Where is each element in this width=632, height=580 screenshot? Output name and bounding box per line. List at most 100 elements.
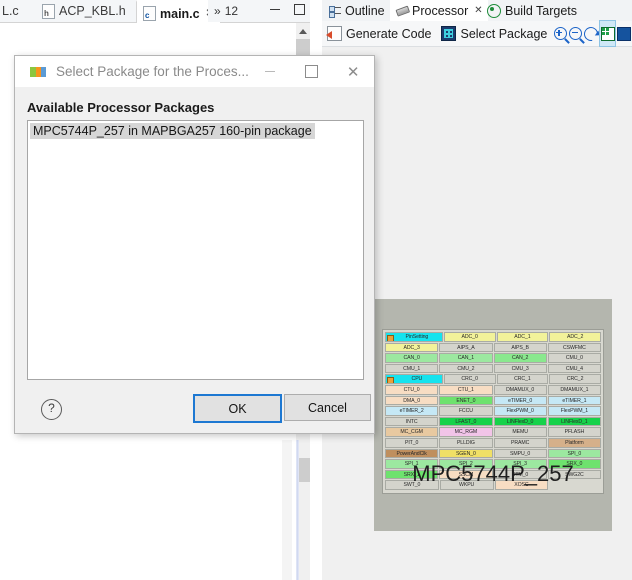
- peripheral-cell[interactable]: MC_CGM: [385, 427, 439, 437]
- peripheral-cell[interactable]: MEMU: [493, 427, 547, 437]
- scroll-up-arrow-icon[interactable]: [296, 23, 310, 39]
- peripheral-cell[interactable]: ADC_2: [549, 332, 601, 342]
- peripheral-cell[interactable]: eTIMER_0: [493, 395, 547, 406]
- peripheral-cell[interactable]: CAN_2: [493, 353, 547, 363]
- peripheral-cell[interactable]: LINFlexD_0: [493, 416, 547, 427]
- zoom-out-button[interactable]: [568, 21, 584, 46]
- peripheral-cell[interactable]: PinSetting: [385, 332, 443, 342]
- peripheral-cell[interactable]: CTU_0: [385, 384, 439, 395]
- peripheral-cell[interactable]: FlexPWM_1: [547, 406, 601, 416]
- refresh-button[interactable]: [581, 21, 601, 46]
- overflow-prefix: »: [214, 4, 221, 18]
- tab-processor[interactable]: Processor ✕: [390, 0, 488, 21]
- peripheral-label: PinSetting: [405, 334, 429, 340]
- peripheral-cell[interactable]: PowerAndClk: [385, 448, 439, 459]
- peripheral-label: CMU_4: [565, 365, 583, 372]
- peripheral-cell[interactable]: eTIMER_2: [385, 406, 439, 416]
- processor-icon: [393, 2, 410, 19]
- peripheral-label: eTIMER_0: [508, 397, 533, 404]
- peripheral-label: CAN_0: [403, 355, 420, 362]
- peripheral-cell[interactable]: DMAMUX_0: [493, 384, 547, 395]
- peripheral-cell[interactable]: CMU_0: [547, 353, 601, 363]
- peripheral-cell[interactable]: SMPU_0: [493, 448, 547, 459]
- peripheral-cell[interactable]: eTIMER_1: [547, 395, 601, 406]
- peripheral-label: DMA_0: [403, 397, 421, 404]
- peripheral-cell[interactable]: LFAST_0: [439, 416, 493, 427]
- peripheral-cell[interactable]: CRC_1: [496, 374, 549, 384]
- maximize-icon[interactable]: [292, 2, 306, 16]
- peripheral-row: eTIMER_2 FCCU FlexPWM_0 FlexPWM_1: [385, 406, 601, 416]
- peripheral-label: ADC_2: [567, 334, 584, 340]
- help-icon[interactable]: ?: [41, 399, 62, 420]
- cancel-button[interactable]: Cancel: [284, 394, 371, 421]
- peripheral-label: PowerAndClk: [396, 450, 427, 457]
- editor-tab-lc[interactable]: L.c: [0, 0, 25, 22]
- ok-button[interactable]: OK: [193, 394, 282, 423]
- peripheral-cell[interactable]: SPI_0: [547, 448, 601, 459]
- dialog-title-bar[interactable]: Select Package for the Proces... ✕: [15, 56, 374, 87]
- peripheral-label: CPU: [411, 376, 423, 383]
- tab-outline[interactable]: Outline: [324, 0, 390, 21]
- peripheral-cell[interactable]: CAN_1: [439, 353, 493, 363]
- peripheral-cell[interactable]: MC_RGM: [439, 427, 493, 437]
- zoom-in-button[interactable]: [552, 21, 568, 46]
- chip-diagram-canvas[interactable]: PinSetting ADC_0 ADC_1 ADC_2 ADC_3 AIPS_A AIPS…: [374, 299, 612, 531]
- peripheral-cell[interactable]: AIPS_B: [493, 342, 547, 353]
- select-package-button[interactable]: Select Package: [436, 21, 552, 46]
- editor-tab-label: main.c: [160, 6, 200, 21]
- tab-label: Processor: [412, 3, 469, 18]
- editor-tab-acp-kbl-h[interactable]: ACP_KBL.h: [36, 0, 132, 22]
- peripheral-cell[interactable]: CMU_1: [385, 363, 439, 374]
- inner-scroll-track[interactable]: [282, 440, 292, 580]
- peripheral-label: ADC_3: [403, 344, 420, 351]
- peripheral-label: Platform: [565, 439, 584, 446]
- peripheral-cell[interactable]: CTU_1: [439, 384, 493, 395]
- peripheral-label: SPI_0: [567, 450, 582, 457]
- peripheral-cell[interactable]: AIPS_A: [439, 342, 493, 353]
- list-item[interactable]: MPC5744P_257 in MAPBGA257 160-pin packag…: [30, 123, 315, 139]
- peripheral-label: DMAMUX_0: [506, 386, 535, 393]
- peripheral-label: LINFlexD_0: [506, 418, 534, 425]
- peripheral-cell[interactable]: ENET_0: [439, 395, 493, 406]
- tab-label: Build Targets: [505, 3, 578, 18]
- peripheral-cell[interactable]: CMU_2: [439, 363, 493, 374]
- package-view-button[interactable]: [616, 21, 632, 46]
- peripheral-cell[interactable]: CRC_0: [443, 374, 496, 384]
- generate-code-button[interactable]: Generate Code: [322, 21, 436, 46]
- peripheral-cell[interactable]: FlexPWM_0: [493, 406, 547, 416]
- grid-view-button[interactable]: [598, 20, 617, 47]
- minimize-icon[interactable]: [268, 2, 282, 16]
- peripheral-cell[interactable]: PRAMC: [493, 437, 547, 448]
- peripheral-cell[interactable]: CRC_2: [549, 374, 601, 384]
- dialog-minimize-icon[interactable]: [249, 56, 291, 87]
- peripheral-cell[interactable]: CPU: [385, 374, 443, 384]
- peripheral-cell[interactable]: PFLASH: [547, 427, 601, 437]
- peripheral-cell[interactable]: LINFlexD_1: [547, 416, 601, 427]
- peripheral-cell[interactable]: DMAMUX_1: [547, 384, 601, 395]
- peripheral-cell[interactable]: SGEN_0: [439, 448, 493, 459]
- package-list[interactable]: MPC5744P_257 in MAPBGA257 160-pin packag…: [27, 120, 364, 380]
- peripheral-cell[interactable]: CAN_0: [385, 353, 439, 363]
- peripheral-cell[interactable]: ADC_3: [385, 342, 439, 353]
- dialog-maximize-icon[interactable]: [291, 56, 333, 87]
- peripheral-cell[interactable]: CMU_3: [493, 363, 547, 374]
- grid-view-icon: [600, 26, 615, 41]
- peripheral-cell[interactable]: INTC: [385, 416, 439, 427]
- peripheral-cell[interactable]: Platform: [547, 437, 601, 448]
- peripheral-label: FCCU: [458, 408, 473, 415]
- peripheral-cell[interactable]: ADC_0: [443, 332, 496, 342]
- peripheral-label: eTIMER_1: [562, 397, 587, 404]
- peripheral-cell[interactable]: PLLDIG: [439, 437, 493, 448]
- peripheral-cell[interactable]: PIT_0: [385, 437, 439, 448]
- peripheral-cell[interactable]: DMA_0: [385, 395, 439, 406]
- editor-tab-overflow[interactable]: » 12: [208, 0, 245, 22]
- peripheral-label: PIT_0: [404, 439, 419, 446]
- peripheral-cell[interactable]: ADC_1: [496, 332, 549, 342]
- peripheral-label: LINFlexD_1: [561, 418, 588, 425]
- peripheral-cell[interactable]: CMU_4: [547, 363, 601, 374]
- peripheral-cell[interactable]: FCCU: [439, 406, 493, 416]
- tab-build-targets[interactable]: Build Targets: [482, 0, 582, 21]
- peripheral-cell[interactable]: CSWFMC: [547, 342, 601, 353]
- dialog-close-icon[interactable]: ✕: [332, 56, 374, 87]
- peripheral-label: FlexPWM_0: [506, 408, 534, 415]
